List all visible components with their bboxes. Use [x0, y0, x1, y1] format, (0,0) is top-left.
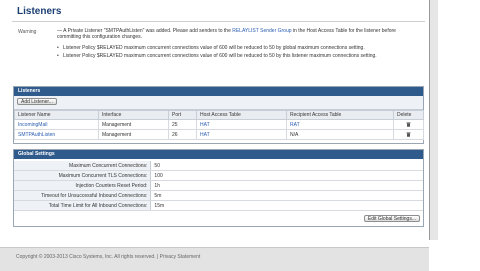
edit-global-settings-button[interactable]: Edit Global Settings...: [363, 215, 420, 222]
warning-bullet: Listener Policy $RELAYED maximum concurr…: [57, 53, 387, 60]
host-access-table-link[interactable]: HAT: [196, 119, 287, 130]
recipient-access-table-link[interactable]: RAT: [286, 119, 394, 130]
setting-value: 1h: [150, 180, 423, 191]
footer: Copyright © 2003-2013 Cisco Systems, Inc…: [0, 247, 429, 271]
listeners-table-header-row: Listener Name Interface Port Host Access…: [14, 110, 424, 120]
listeners-panel: Listeners Add Listener... Listener Name …: [13, 86, 424, 144]
page-title: Listeners: [17, 6, 62, 17]
table-row: SMTPAuthListen Management 26 HAT N/A: [14, 129, 424, 140]
listener-port: 26: [168, 129, 197, 140]
warning-message-pre: A Private Listener "SMTPAuthListen" was …: [63, 28, 233, 34]
footer-copyright: Copyright © 2003-2013 Cisco Systems, Inc…: [16, 254, 201, 260]
settings-row: Timeout for Unsuccessful Inbound Connect…: [14, 190, 423, 201]
delete-cell: [393, 129, 424, 140]
setting-value: 5m: [150, 190, 423, 201]
warning-dash: —: [57, 28, 62, 34]
setting-label: Total Time Limit for All Inbound Connect…: [14, 200, 152, 211]
column-header-listener-name[interactable]: Listener Name: [14, 110, 99, 120]
settings-row: Maximum Concurrent TLS Connections: 100: [14, 170, 423, 181]
delete-cell: [393, 119, 424, 130]
listeners-table: Listener Name Interface Port Host Access…: [14, 110, 424, 140]
host-access-table-link[interactable]: HAT: [196, 129, 287, 140]
trash-icon[interactable]: [406, 132, 411, 137]
listeners-panel-header: Listeners: [14, 87, 423, 96]
settings-row: Total Time Limit for All Inbound Connect…: [14, 200, 423, 211]
column-header-delete: Delete: [393, 110, 424, 120]
global-settings-table: Maximum Concurrent Connections: 50 Maxim…: [14, 161, 423, 211]
listener-port: 25: [168, 119, 197, 130]
global-settings-header: Global Settings: [14, 150, 423, 159]
warning-label: Warning: [18, 29, 37, 35]
settings-row: Injection Counters Reset Period: 1h: [14, 180, 423, 191]
scrollbar-track[interactable]: [430, 0, 438, 240]
setting-value: 15m: [150, 200, 423, 211]
recipient-access-table-value: N/A: [286, 129, 394, 140]
setting-label: Maximum Concurrent Connections:: [14, 161, 152, 171]
column-header-host-access-table[interactable]: Host Access Table: [196, 110, 287, 120]
warning-bullet: Listener Policy $RELAYED maximum concurr…: [57, 45, 387, 52]
column-header-port[interactable]: Port: [168, 110, 197, 120]
setting-label: Timeout for Unsuccessful Inbound Connect…: [14, 190, 152, 201]
settings-row: Maximum Concurrent Connections: 50: [14, 161, 423, 171]
listener-interface: Management: [98, 129, 169, 140]
setting-value: 50: [150, 161, 423, 171]
listeners-toolbar: Add Listener...: [14, 96, 423, 110]
title-divider: [12, 21, 425, 22]
warning-bullet-list: Listener Policy $RELAYED maximum concurr…: [57, 45, 387, 62]
listener-interface: Management: [98, 119, 169, 130]
trash-icon[interactable]: [406, 122, 411, 127]
column-header-interface[interactable]: Interface: [98, 110, 169, 120]
table-row: IncomingMail Management 25 HAT RAT: [14, 119, 424, 130]
global-settings-panel: Global Settings Maximum Concurrent Conne…: [13, 149, 424, 227]
warning-message: — A Private Listener "SMTPAuthListen" wa…: [57, 28, 402, 41]
listener-name-link[interactable]: IncomingMail: [14, 119, 99, 130]
listener-name-link[interactable]: SMTPAuthListen: [14, 129, 99, 140]
setting-label: Injection Counters Reset Period:: [14, 180, 152, 191]
setting-value: 100: [150, 170, 423, 181]
column-header-recipient-access-table[interactable]: Recipient Access Table: [286, 110, 394, 120]
relaylist-sender-group-link[interactable]: RELAYLIST Sender Group: [232, 28, 291, 34]
scrollbar[interactable]: [429, 0, 480, 270]
setting-label: Maximum Concurrent TLS Connections:: [14, 170, 152, 181]
add-listener-button[interactable]: Add Listener...: [17, 98, 57, 105]
